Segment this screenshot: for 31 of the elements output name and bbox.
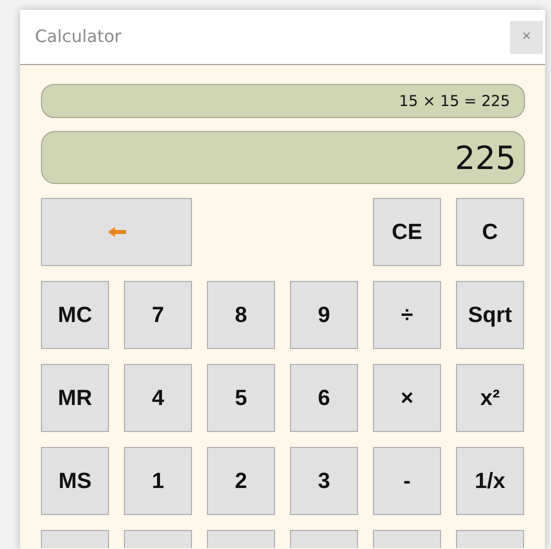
calculator-key[interactable]: 6 — [290, 364, 358, 432]
calculator-key[interactable]: 9 — [290, 281, 358, 349]
calculator-key[interactable]: 1 — [124, 447, 192, 515]
left-arrow-icon — [106, 226, 126, 238]
calculator-key[interactable]: C — [456, 198, 524, 266]
calculator-key[interactable]: MR — [41, 364, 109, 432]
calculator-key[interactable] — [41, 530, 109, 548]
calculator-key[interactable]: x² — [456, 364, 524, 432]
calculator-key[interactable] — [207, 530, 275, 548]
backspace-button[interactable] — [41, 198, 192, 266]
calculator-key[interactable] — [373, 530, 441, 548]
calculator-key[interactable]: 7 — [124, 281, 192, 349]
calculator-key[interactable]: MC — [41, 281, 109, 349]
calculator-key[interactable] — [124, 530, 192, 548]
calculator-key[interactable]: - — [373, 447, 441, 515]
calculator-key[interactable]: 5 — [207, 364, 275, 432]
calculator-key[interactable] — [456, 530, 524, 548]
result-display: 225 — [41, 131, 525, 184]
calculator-key[interactable]: × — [373, 364, 441, 432]
calculator-key[interactable]: 2 — [207, 447, 275, 515]
calculator-key[interactable]: MS — [41, 447, 109, 515]
calculator-key[interactable]: 1/x — [456, 447, 524, 515]
calculator-key[interactable]: CE — [373, 198, 441, 266]
history-display: 15 × 15 = 225 — [41, 84, 525, 118]
calculator-key[interactable]: 4 — [124, 364, 192, 432]
calculator-key[interactable]: ÷ — [373, 281, 441, 349]
calculator-key[interactable] — [290, 530, 358, 548]
calculator-key[interactable]: Sqrt — [456, 281, 524, 349]
calculator-key[interactable]: 8 — [207, 281, 275, 349]
calculator-key[interactable]: 3 — [290, 447, 358, 515]
window-title: Calculator — [35, 27, 122, 47]
